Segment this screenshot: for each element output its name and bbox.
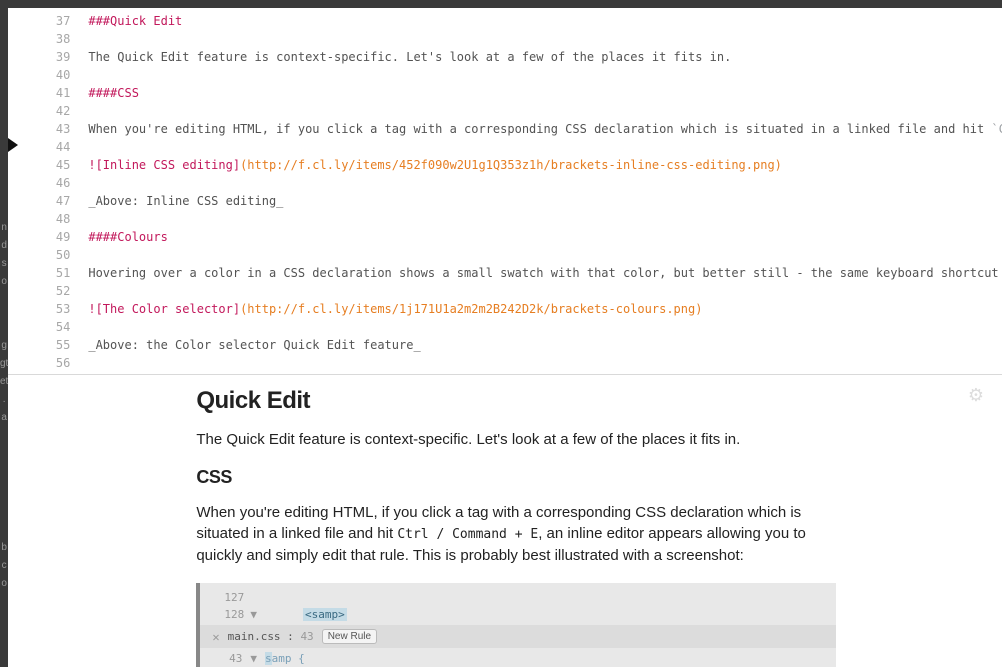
code-line[interactable] xyxy=(88,354,1002,372)
sidebar-fragment: s xyxy=(2,256,7,272)
sidebar-fragment: . xyxy=(3,392,6,408)
code-line[interactable] xyxy=(88,102,1002,120)
code-editor[interactable]: 37###Quick Edit 38 39The Quick Edit feat… xyxy=(8,8,1002,374)
window-titlebar xyxy=(0,0,1002,8)
fold-icon: ▼ xyxy=(250,608,257,621)
sidebar-fragment: o xyxy=(1,576,7,592)
code-line[interactable] xyxy=(88,138,1002,156)
inline-line-number: 43 xyxy=(224,652,242,665)
line-number: 38 xyxy=(8,30,88,48)
line-number: 39 xyxy=(8,48,88,66)
markdown-preview[interactable]: ⚙ Quick Edit The Quick Edit feature is c… xyxy=(8,374,1002,667)
preview-paragraph: The Quick Edit feature is context-specif… xyxy=(196,429,836,451)
code-line[interactable] xyxy=(88,282,1002,300)
inline-line-number: 127 xyxy=(224,591,242,604)
code-line[interactable]: _Above: Inline CSS editing_ xyxy=(88,192,1002,210)
sidebar-fragment: gt xyxy=(0,356,8,372)
sidebar[interactable]: n d s o g gt et . a b c o xyxy=(0,8,8,667)
code-line[interactable] xyxy=(88,246,1002,264)
line-number: 44 xyxy=(8,138,88,156)
sidebar-fragment: g xyxy=(1,338,7,354)
close-icon[interactable]: ✕ xyxy=(212,630,219,644)
line-number: 52 xyxy=(8,282,88,300)
inline-line-number: 128 xyxy=(224,608,242,621)
sidebar-fragment: b xyxy=(1,540,7,556)
line-number: 45 xyxy=(8,156,88,174)
gear-icon[interactable]: ⚙ xyxy=(968,385,984,406)
inline-code: Ctrl / Command + E xyxy=(397,527,538,542)
sidebar-fragment: et xyxy=(0,374,8,390)
code-line[interactable]: ![The Color selector](http://f.cl.ly/ite… xyxy=(88,300,1002,318)
code-line[interactable] xyxy=(88,210,1002,228)
line-number: 46 xyxy=(8,174,88,192)
line-number: 40 xyxy=(8,66,88,84)
active-file-caret-icon xyxy=(8,138,18,152)
code-line[interactable]: Hovering over a color in a CSS declarati… xyxy=(88,264,1002,282)
line-number: 41 xyxy=(8,84,88,102)
line-number: 53 xyxy=(8,300,88,318)
md-heading: ####CSS xyxy=(88,86,139,100)
sidebar-fragment: a xyxy=(1,410,7,426)
fold-icon: ▼ xyxy=(250,652,257,665)
code-line[interactable]: ![Inline CSS editing](http://f.cl.ly/ite… xyxy=(88,156,1002,174)
line-number: 48 xyxy=(8,210,88,228)
preview-h4: CSS xyxy=(196,467,836,488)
code-line[interactable]: _Above: the Color selector Quick Edit fe… xyxy=(88,336,1002,354)
line-number: 54 xyxy=(8,318,88,336)
line-number: 37 xyxy=(8,12,88,30)
line-number: 47 xyxy=(8,192,88,210)
code-line[interactable]: The Quick Edit feature is context-specif… xyxy=(88,48,1002,66)
code-line[interactable]: When you're editing HTML, if you click a… xyxy=(88,120,1002,138)
md-heading: ###Quick Edit xyxy=(88,14,182,28)
sidebar-fragment: n xyxy=(1,220,7,236)
preview-paragraph: When you're editing HTML, if you click a… xyxy=(196,502,836,567)
line-number: 55 xyxy=(8,336,88,354)
line-number: 43 xyxy=(8,120,88,138)
line-number: 51 xyxy=(8,264,88,282)
line-number: 49 xyxy=(8,228,88,246)
md-heading: ####Colours xyxy=(88,230,167,244)
code-line[interactable] xyxy=(88,30,1002,48)
sidebar-fragment: o xyxy=(1,274,7,290)
code-line[interactable] xyxy=(88,66,1002,84)
preview-h3: Quick Edit xyxy=(196,387,836,415)
sidebar-fragment: c xyxy=(2,558,7,574)
new-rule-button[interactable]: New Rule xyxy=(322,629,377,644)
code-line[interactable] xyxy=(88,318,1002,336)
inline-filename: main.css : 43 xyxy=(228,630,314,643)
line-number: 50 xyxy=(8,246,88,264)
inline-css-editor-screenshot: 127 128 ▼ <samp> ✕ main.css : 43 New Rul… xyxy=(196,583,836,667)
sidebar-fragment: d xyxy=(1,238,7,254)
html-tag: <samp> xyxy=(303,608,347,621)
code-line[interactable] xyxy=(88,174,1002,192)
line-number: 56 xyxy=(8,354,88,372)
line-number: 42 xyxy=(8,102,88,120)
